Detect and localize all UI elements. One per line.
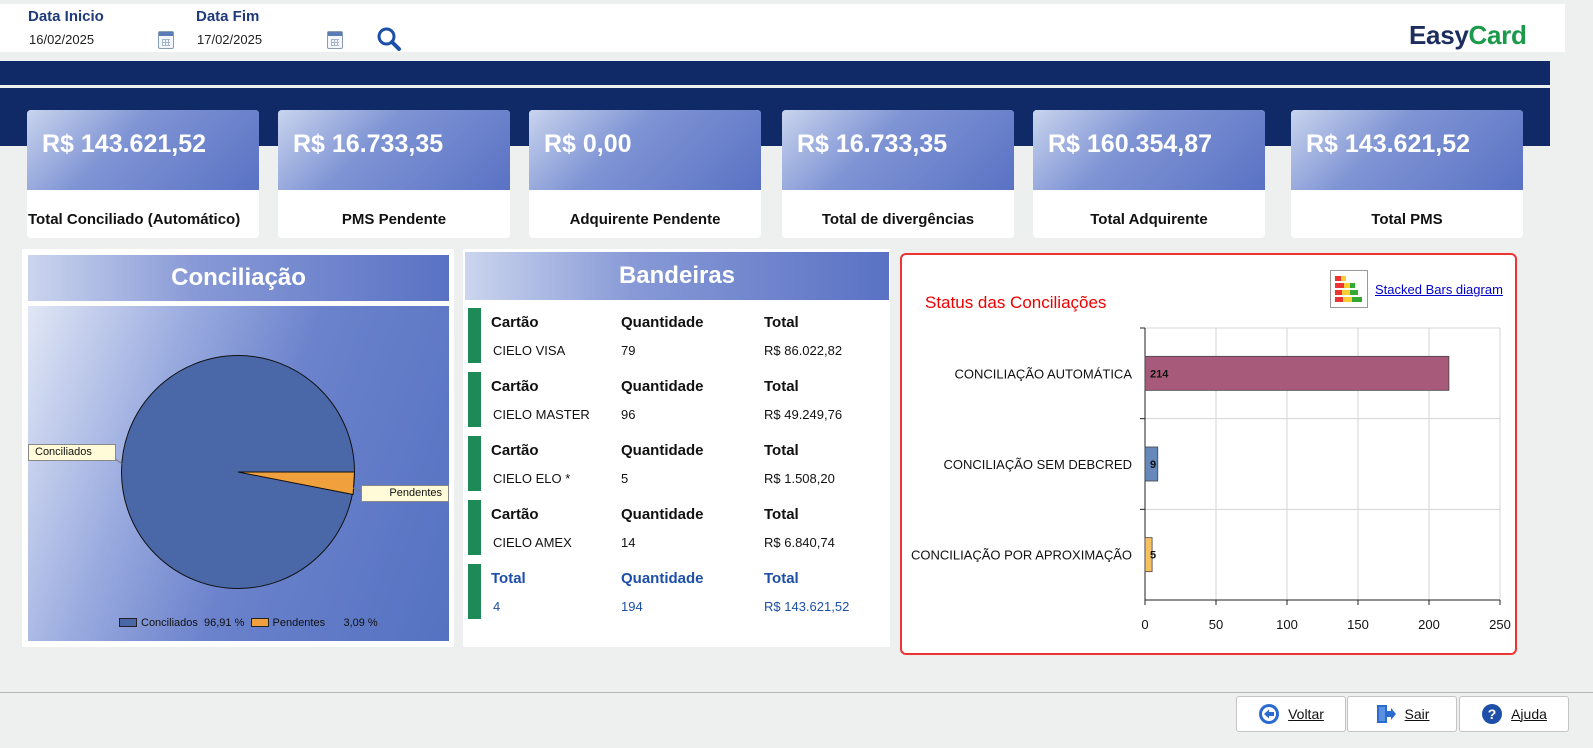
- data-label: 5: [1150, 550, 1156, 562]
- exit-button[interactable]: Sair: [1347, 696, 1457, 732]
- x-tick-label: 150: [1347, 617, 1369, 632]
- back-arrow-icon: [1259, 704, 1280, 724]
- back-button-label: Voltar: [1288, 706, 1324, 722]
- exit-door-icon: [1376, 705, 1396, 723]
- x-tick-label: 50: [1209, 617, 1223, 632]
- footer-divider: [0, 692, 1593, 693]
- x-tick-label: 250: [1489, 617, 1511, 632]
- back-button[interactable]: Voltar: [1236, 696, 1346, 732]
- category-label: CONCILIAÇÃO AUTOMÁTICA: [955, 366, 1133, 381]
- help-button[interactable]: ? Ajuda: [1459, 696, 1569, 732]
- category-label: CONCILIAÇÃO POR APROXIMAÇÃO: [911, 548, 1132, 563]
- x-tick-label: 0: [1141, 617, 1148, 632]
- svg-text:?: ?: [1488, 706, 1497, 722]
- help-button-label: Ajuda: [1511, 706, 1547, 722]
- data-label: 9: [1150, 459, 1156, 471]
- x-tick-label: 200: [1418, 617, 1440, 632]
- exit-button-label: Sair: [1404, 706, 1430, 722]
- help-icon: ?: [1482, 704, 1503, 724]
- status-bar-chart: 0 50 100 150 200 250 CONCILIAÇÃO AUTOMÁTICA 214…: [911, 327, 1511, 632]
- x-tick-label: 100: [1276, 617, 1298, 632]
- data-label: 214: [1150, 368, 1169, 380]
- category-label: CONCILIAÇÃO SEM DEBCRED: [943, 457, 1132, 472]
- bar: [1144, 355, 1450, 391]
